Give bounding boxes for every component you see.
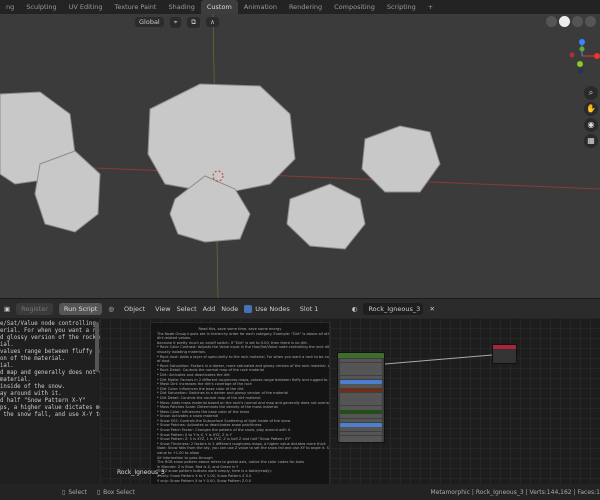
text-line: on of the material.	[0, 356, 66, 362]
tab-custom[interactable]: Custom	[200, 0, 238, 14]
menu-add[interactable]: Add	[203, 305, 216, 313]
text-line: material.	[0, 377, 31, 383]
pivot-icon[interactable]: ⌖	[169, 16, 182, 28]
text-line: erial. For when you want a rock t	[0, 328, 100, 334]
workspace-tabs: ng Sculpting UV Editing Texture Paint Sh…	[0, 0, 600, 14]
grid-icon[interactable]: ▦	[584, 134, 598, 148]
rendered-icon[interactable]	[585, 16, 596, 27]
shading-modes	[546, 16, 596, 27]
pan-hand-icon[interactable]: ✋	[584, 102, 598, 116]
tab-scripting[interactable]: Scripting	[381, 0, 422, 14]
editor-type-icon[interactable]: ▣	[4, 305, 10, 313]
rock	[147, 83, 296, 195]
object-dropdown[interactable]: Object	[119, 303, 150, 314]
use-nodes-checkbox[interactable]: Use Nodes	[244, 304, 290, 313]
rock	[34, 150, 101, 233]
tab[interactable]: ng	[0, 0, 20, 14]
y-axis-icon	[577, 61, 583, 67]
tab-compositing[interactable]: Compositing	[328, 0, 381, 14]
proportional-icon[interactable]: ∧	[206, 17, 219, 27]
text-scrollbar[interactable]	[95, 322, 99, 372]
shader-type-icon[interactable]: ◎	[108, 305, 114, 313]
solid-icon[interactable]	[559, 16, 570, 27]
viewport-header: Global ⌖ ⧉ ∧	[0, 14, 600, 30]
camera-icon[interactable]: ◉	[584, 118, 598, 132]
mouse-left-icon: ▯	[62, 488, 66, 496]
text-editor[interactable]: e/Sat/Value node controlling the erial. F…	[0, 318, 100, 484]
text-line: ay around with it.	[0, 391, 62, 397]
text-line: d half "Snow Pattern X-Y"	[0, 398, 86, 404]
tab-sculpting[interactable]: Sculpting	[20, 0, 62, 14]
tab-animation[interactable]: Animation	[238, 0, 283, 14]
menu-view[interactable]: View	[155, 305, 170, 313]
z-axis-icon	[579, 39, 585, 45]
text-line: values range between fluffy and r	[0, 349, 100, 355]
scene	[0, 14, 600, 298]
tab-shading[interactable]: Shading	[162, 0, 200, 14]
material-name-field[interactable]: Rock_Igneous_3	[363, 302, 424, 315]
orientation-dropdown[interactable]: Global	[135, 17, 164, 27]
rock	[286, 183, 366, 250]
node-editor[interactable]: Read this, save some time, save some ene…	[100, 318, 600, 484]
slot-dropdown[interactable]: Slot 1	[295, 303, 346, 314]
x-axis-icon	[594, 53, 600, 59]
text-line: inside of the snow.	[0, 384, 66, 390]
text-line: the snow fall, and use X-Y to a	[0, 412, 100, 418]
snap-icon[interactable]: ⧉	[187, 16, 201, 28]
text-line: d map and generally does not ove	[0, 370, 100, 376]
3d-viewport[interactable]: Global ⌖ ⧉ ∧ ⌕ ✋ ◉ ▦	[0, 14, 600, 298]
status-box-select: Box Select	[103, 488, 135, 496]
node-editor-header: ▣ Register Run Script ◎ Object View Sele…	[0, 298, 600, 318]
use-nodes-label: Use Nodes	[255, 304, 290, 313]
scene-stats: Metamorphic | Rock_Igneous_3 | Verts:144…	[430, 488, 600, 496]
navigation-gizmo[interactable]	[560, 34, 600, 94]
text-line: e/Sat/Value node controlling the	[0, 321, 100, 327]
node-link	[384, 354, 493, 365]
register-checkbox[interactable]: Register	[16, 302, 53, 315]
material-icon[interactable]	[572, 16, 583, 27]
zoom-icon[interactable]: ⌕	[584, 86, 598, 100]
mouse-middle-icon: ▯	[96, 488, 101, 496]
status-bar: ▯ Select ▯ Box Select Metamorphic | Rock…	[0, 484, 600, 500]
menu-select[interactable]: Select	[177, 305, 197, 313]
add-workspace-button[interactable]: +	[422, 0, 439, 14]
text-line: ial.	[0, 342, 14, 348]
material-icon[interactable]: ◐	[352, 305, 358, 313]
wireframe-icon[interactable]	[546, 16, 557, 27]
text-line: d glossy version of the rock mat	[0, 335, 100, 341]
text-line: ps, a higher value dictates more	[0, 405, 100, 411]
status-select: Select	[68, 488, 87, 496]
text-line: ial.	[0, 363, 14, 369]
run-script-button[interactable]: Run Script	[58, 302, 103, 315]
tab-uv-editing[interactable]: UV Editing	[63, 0, 109, 14]
material-output-node[interactable]	[492, 344, 517, 364]
menu-node[interactable]: Node	[221, 305, 238, 313]
tab-rendering[interactable]: Rendering	[283, 0, 328, 14]
tab-texture-paint[interactable]: Texture Paint	[109, 0, 163, 14]
close-icon[interactable]: ✕	[429, 305, 434, 313]
